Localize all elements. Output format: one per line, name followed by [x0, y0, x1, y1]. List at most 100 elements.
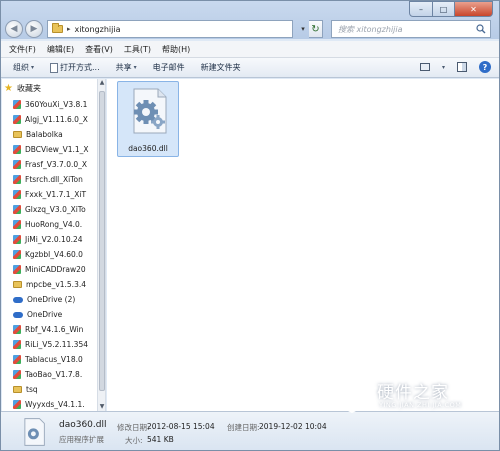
back-button[interactable]: ◀: [5, 20, 23, 38]
nav-item-label: Balabolka: [26, 130, 63, 139]
nav-item[interactable]: Ftsrch.dll_XiTon: [2, 172, 97, 187]
search-input[interactable]: 搜索 xitongzhijia: [338, 24, 403, 35]
gear-file-icon: [24, 418, 45, 446]
open-with-button[interactable]: 打开方式...: [50, 62, 100, 73]
nav-item-label: Glxzq_V3.0_XiTo: [25, 205, 86, 214]
breadcrumb-path[interactable]: xitongzhijia: [75, 25, 121, 34]
folder-icon: [13, 386, 22, 393]
email-button[interactable]: 电子邮件: [153, 62, 185, 73]
minimize-button[interactable]: –: [409, 1, 433, 17]
file-name: dao360.dll: [128, 144, 168, 153]
nav-item-label: RiLi_V5.2.11.354: [25, 340, 88, 349]
title-bar: – □ ✕ ◀ ▶ ▸ xitongzhijia ▾ ↻ 搜索 xitongzh…: [1, 1, 499, 39]
application-icon: [13, 220, 21, 229]
menu-edit[interactable]: 编辑(E): [47, 44, 74, 55]
file-item-dao360[interactable]: dao360.dll: [117, 81, 179, 157]
nav-item[interactable]: 360YouXi_V3.8.1: [2, 97, 97, 112]
chevron-down-icon[interactable]: ▾: [442, 64, 445, 71]
nav-item[interactable]: Kgzbbl_V4.60.0: [2, 247, 97, 262]
nav-item[interactable]: mpcbe_v1.5.3.4: [2, 277, 97, 292]
favorites-header[interactable]: ★ 收藏夹: [4, 83, 41, 94]
share-button[interactable]: 共享 ▾: [116, 62, 137, 73]
search-box[interactable]: 搜索 xitongzhijia: [331, 20, 491, 38]
details-file-name: dao360.dll: [59, 420, 107, 430]
watermark-url: YING JIAN ZHI JIA.COM: [379, 401, 462, 409]
scroll-down-icon[interactable]: ▼: [98, 403, 106, 411]
nav-item-label: TaoBao_V1.7.8.: [25, 370, 83, 379]
watermark-logo-icon: [336, 379, 368, 413]
help-icon[interactable]: ?: [479, 61, 491, 73]
nav-item[interactable]: tsq: [2, 382, 97, 397]
change-view-icon[interactable]: [419, 63, 430, 71]
nav-item-label: MiniCADDraw20: [25, 265, 86, 274]
nav-item[interactable]: Wyyxds_V4.1.1.: [2, 397, 97, 411]
search-icon[interactable]: [476, 24, 486, 34]
nav-item-label: Tablacus_V18.0: [25, 355, 83, 364]
menu-view[interactable]: 查看(V): [85, 44, 113, 55]
nav-item-label: Fxxk_V1.7.1_XiT: [25, 190, 87, 199]
application-icon: [13, 235, 21, 244]
application-icon: [13, 340, 21, 349]
menu-file[interactable]: 文件(F): [9, 44, 36, 55]
nav-item[interactable]: Frasf_V3.7.0.0_X: [2, 157, 97, 172]
preview-pane-icon[interactable]: [457, 62, 467, 72]
created-label: 创建日期:: [227, 423, 260, 432]
nav-item[interactable]: DBCView_V1.1_X: [2, 142, 97, 157]
toolbar-right: ▾ ?: [419, 61, 491, 73]
chevron-down-icon: ▾: [133, 64, 137, 71]
created-value: 2019-12-02 10:04: [259, 422, 327, 431]
application-icon: [13, 100, 21, 109]
scroll-up-icon[interactable]: ▲: [98, 79, 106, 87]
nav-item-label: OneDrive: [27, 310, 63, 319]
nav-item[interactable]: Balabolka: [2, 127, 97, 142]
nav-item[interactable]: OneDrive (2): [2, 292, 97, 307]
cloud-icon: [13, 311, 23, 318]
new-folder-label: 新建文件夹: [200, 63, 241, 72]
nav-item[interactable]: Glxzq_V3.0_XiTo: [2, 202, 97, 217]
favorites-list: 360YouXi_V3.8.1 Algj_V1.11.6.0_X Balabolka…: [2, 97, 97, 411]
application-icon: [13, 355, 21, 364]
new-folder-button[interactable]: 新建文件夹: [201, 62, 241, 73]
address-dropdown-button[interactable]: ▾: [297, 20, 309, 38]
nav-item[interactable]: Rbf_V4.1.6_Win: [2, 322, 97, 337]
nav-item[interactable]: JiMi_V2.0.10.24: [2, 232, 97, 247]
nav-item-label: HuoRong_V4.0.: [25, 220, 83, 229]
application-icon: [13, 325, 21, 334]
details-pane: dao360.dll 应用程序扩展 修改日期: 2012-08-15 15:04…: [1, 411, 499, 450]
application-icon: [13, 265, 21, 274]
scrollbar-thumb[interactable]: [99, 91, 105, 391]
menu-tools[interactable]: 工具(T): [124, 44, 151, 55]
nav-item[interactable]: MiniCADDraw20: [2, 262, 97, 277]
nav-item[interactable]: OneDrive: [2, 307, 97, 322]
organize-button[interactable]: 组织 ▾: [13, 62, 34, 73]
application-icon: [13, 370, 21, 379]
application-icon: [13, 145, 21, 154]
watermark: 硬件之家 YING JIAN ZHI JIA.COM: [335, 375, 495, 417]
nav-item-label: Ftsrch.dll_XiTon: [25, 175, 83, 184]
address-bar[interactable]: ▸ xitongzhijia: [47, 20, 293, 38]
nav-item[interactable]: TaoBao_V1.7.8.: [2, 367, 97, 382]
folder-icon: [13, 131, 22, 138]
nav-item[interactable]: Algj_V1.11.6.0_X: [2, 112, 97, 127]
nav-item-label: Frasf_V3.7.0.0_X: [25, 160, 88, 169]
organize-label: 组织: [13, 63, 29, 72]
nav-item-label: Kgzbbl_V4.60.0: [25, 250, 83, 259]
nav-item[interactable]: Fxxk_V1.7.1_XiT: [2, 187, 97, 202]
email-label: 电子邮件: [152, 63, 185, 72]
close-button[interactable]: ✕: [455, 1, 493, 17]
refresh-button[interactable]: ↻: [309, 20, 323, 38]
modified-label: 修改日期:: [117, 423, 150, 432]
size-label: 大小:: [125, 436, 143, 445]
nav-item[interactable]: HuoRong_V4.0.: [2, 217, 97, 232]
command-bar: 组织 ▾ 打开方式... 共享 ▾ 电子邮件 新建文件夹 ▾ ?: [1, 58, 499, 78]
forward-button[interactable]: ▶: [25, 20, 43, 38]
menu-help[interactable]: 帮助(H): [162, 44, 190, 55]
nav-item[interactable]: RiLi_V5.2.11.354: [2, 337, 97, 352]
nav-item-label: Algj_V1.11.6.0_X: [25, 115, 88, 124]
navigation-scrollbar[interactable]: ▲ ▼: [98, 79, 106, 411]
application-icon: [13, 190, 21, 199]
nav-item[interactable]: Tablacus_V18.0: [2, 352, 97, 367]
breadcrumb-arrow-icon[interactable]: ▸: [67, 25, 71, 33]
maximize-button[interactable]: □: [433, 1, 455, 17]
application-icon: [13, 115, 21, 124]
